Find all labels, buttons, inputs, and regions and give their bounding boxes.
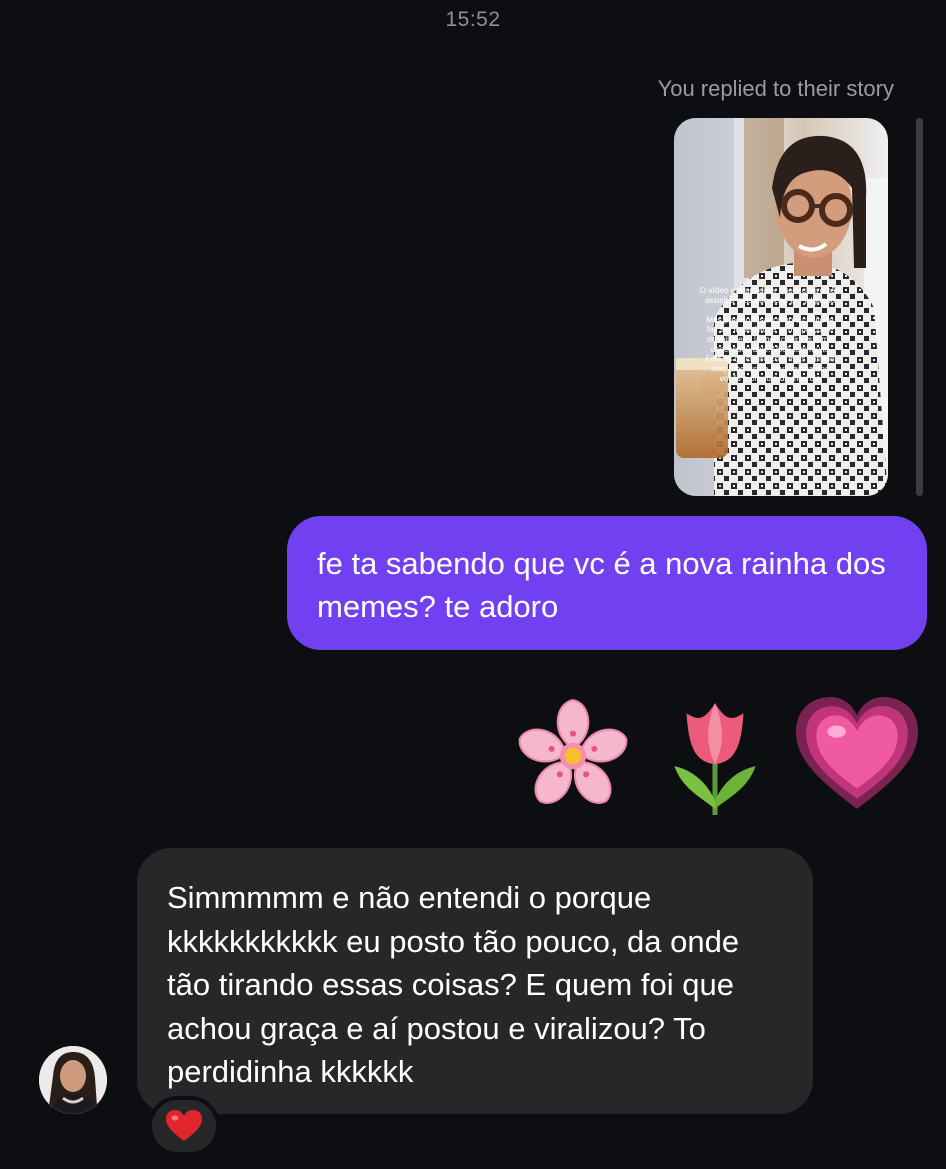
story-overlay-text: O vídeo era pra dizer que o cheiro nãoas… (700, 286, 841, 383)
emoji-message[interactable] (512, 695, 918, 815)
message-timestamp: 15:52 (445, 8, 501, 31)
story-overlay-line: O vídeo era pra dizer que o cheiro não (700, 286, 841, 295)
story-overlay-line: de milhões - lá meu cheiro que me (707, 335, 833, 344)
sent-message-bubble[interactable]: fe ta sabendo que vc é a nova rainha dos… (287, 516, 927, 650)
story-overlay-line: mas amo isso a nova rainha dos (711, 364, 829, 373)
story-overlay-line: Fala as do cheiro com mais carinho (705, 355, 835, 364)
story-overlay-line: descansou dele. Você tem muito (711, 345, 830, 354)
avatar-image (39, 1046, 107, 1114)
story-image: O vídeo era pra dizer que o cheiro nãoas… (674, 118, 888, 496)
story-overlay-line: vocês o produto do meu dia (719, 374, 820, 383)
story-overlay-line: Mas preciso frisar como o cheiro te (706, 315, 834, 324)
story-scrollbar[interactable] (916, 118, 923, 496)
cherry-blossom-icon (518, 699, 628, 804)
tulip-icon (674, 703, 756, 815)
story-overlay-line: faz ser imperfeito e tem o preço de (707, 325, 834, 334)
avatar[interactable] (39, 1046, 107, 1114)
message-reaction[interactable] (148, 1096, 220, 1156)
story-reply-label: You replied to their story (657, 76, 894, 101)
story-overlay-line: assistou mas não ficou pré julgando (705, 296, 836, 305)
red-heart-icon (166, 1110, 202, 1141)
story-thumbnail[interactable]: O vídeo era pra dizer que o cheiro não as… (674, 118, 888, 496)
growing-heart-icon (796, 697, 918, 809)
received-message-bubble[interactable]: Simmmmm e não entendi o porque kkkkkkkkk… (137, 848, 813, 1114)
